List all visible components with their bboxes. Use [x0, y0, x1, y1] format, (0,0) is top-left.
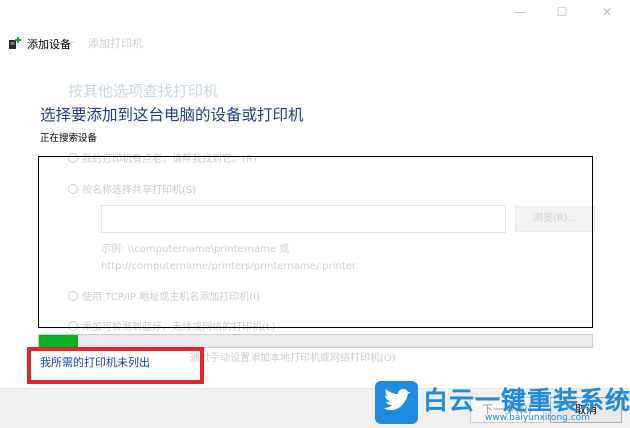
- progress-fill: [39, 335, 78, 347]
- title-bar: 添加设备 — ☐ ✕: [0, 0, 630, 56]
- watermark-brand-text: 白云一键重装系统: [423, 386, 630, 415]
- close-button[interactable]: ✕: [592, 2, 622, 22]
- background-option: 通过手动设置添加本地打印机或网络打印机(O): [190, 353, 396, 364]
- highlight-annotation-box: [27, 347, 204, 384]
- search-status-text: 正在搜索设备: [40, 133, 98, 144]
- background-heading: 按其他选项查找打印机: [68, 82, 219, 100]
- device-list[interactable]: [38, 156, 593, 328]
- minimize-button[interactable]: —: [505, 2, 535, 22]
- page-title: 选择要添加到这台电脑的设备或打印机: [40, 106, 304, 124]
- add-device-icon: [9, 37, 21, 49]
- search-progress-bar: [38, 334, 593, 348]
- watermark-url-text: www.baiyunxitong.com: [485, 413, 590, 423]
- bird-logo-icon: [375, 381, 418, 424]
- maximize-button[interactable]: ☐: [547, 2, 577, 22]
- watermark-logo: 白云一键重装系统 www.baiyunxitong.com: [375, 381, 630, 426]
- window-title: 添加设备: [27, 38, 71, 51]
